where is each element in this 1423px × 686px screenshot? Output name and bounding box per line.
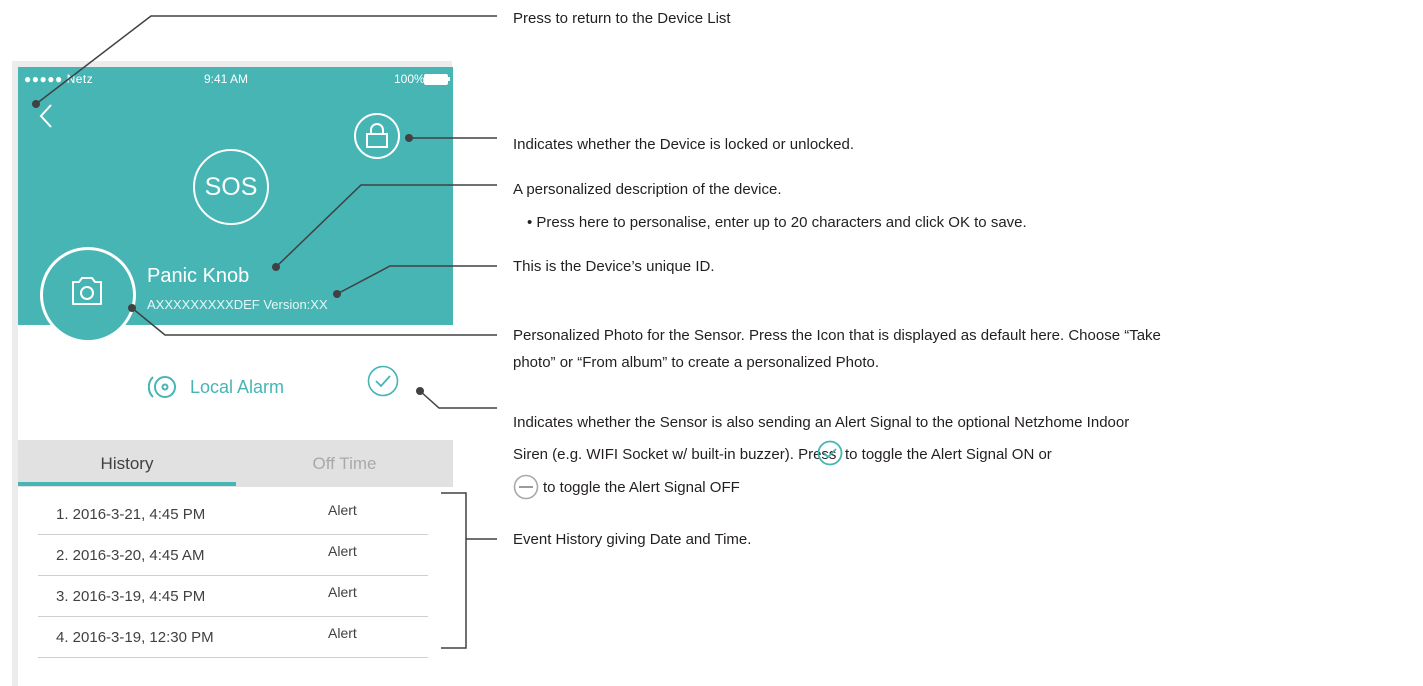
callout-unique-id: This is the Device’s unique ID. <box>513 258 715 275</box>
callout-description-bullet: • Press here to personalise, enter up to… <box>527 214 1027 231</box>
callout-back: Press to return to the Device List <box>513 10 731 27</box>
callout-lock: Indicates whether the Device is locked o… <box>513 136 855 153</box>
minus-circle-icon <box>513 474 539 500</box>
callout-siren-line1: Indicates whether the Sensor is also sen… <box>513 414 1130 431</box>
callout-description: A personalized description of the device… <box>513 181 782 198</box>
callout-photo-line2: photo” or “From album” to create a perso… <box>513 354 880 371</box>
callout-history: Event History giving Date and Time. <box>513 531 752 548</box>
check-circle-icon <box>817 440 843 466</box>
callout-siren-line2b: to toggle the Alert Signal ON or <box>845 446 1052 463</box>
callout-siren-line3: to toggle the Alert Signal OFF <box>543 479 740 496</box>
callout-siren-line2a: Siren (e.g. WIFI Socket w/ built-in buzz… <box>513 446 837 463</box>
callout-photo-line1: Personalized Photo for the Sensor. Press… <box>513 327 1161 344</box>
